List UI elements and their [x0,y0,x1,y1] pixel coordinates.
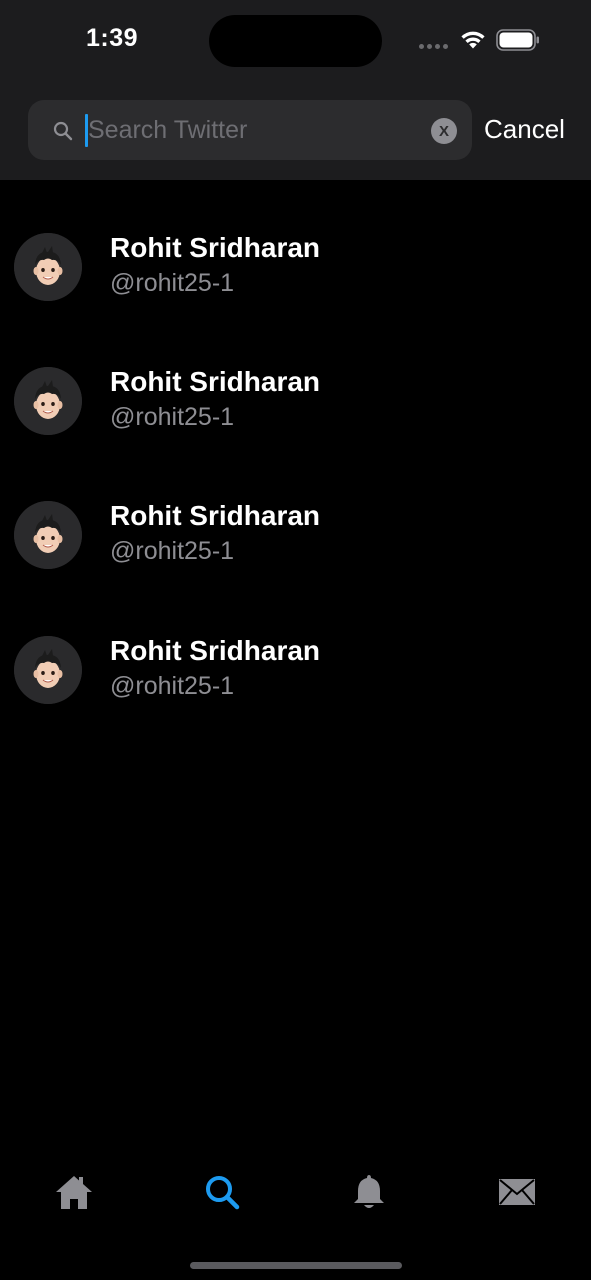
user-display-name: Rohit Sridharan [110,500,321,531]
search-icon [206,1176,240,1210]
status-bar: 1:39 [0,0,591,80]
user-result-row[interactable]: Rohit Sridharan @rohit25-1 [0,314,591,435]
user-display-name: Rohit Sridharan [110,366,321,397]
cancel-button[interactable]: Cancel [484,114,565,145]
tab-messages[interactable] [497,1172,537,1212]
memoji-avatar-image [14,233,82,301]
avatar [14,636,82,704]
user-handle: @rohit25-1 [110,269,235,297]
clear-search-button[interactable]: X [431,118,457,144]
battery-icon [496,29,539,51]
avatar [14,233,82,301]
wifi-icon [461,31,485,49]
user-handle: @rohit25-1 [110,672,235,700]
user-handle: @rohit25-1 [110,403,235,431]
memoji-avatar-image [14,636,82,704]
tab-notifications[interactable] [349,1172,389,1212]
search-input[interactable] [88,108,418,152]
home-icon [56,1176,92,1209]
tab-home[interactable] [54,1172,94,1212]
avatar [14,501,82,569]
memoji-avatar-image [14,501,82,569]
user-result-row[interactable]: Rohit Sridharan @rohit25-1 [0,448,591,569]
user-result-row[interactable]: Rohit Sridharan @rohit25-1 [0,180,591,301]
user-display-name: Rohit Sridharan [110,232,321,263]
tab-search[interactable] [202,1172,242,1212]
user-display-name: Rohit Sridharan [110,635,321,666]
search-screen: 1:39 X [0,0,591,1280]
clear-x-icon: X [439,123,449,140]
cellular-signal-icon [419,44,451,50]
tab-bar [0,1160,591,1230]
user-handle: @rohit25-1 [110,537,235,565]
mail-icon [499,1179,535,1205]
home-indicator[interactable] [190,1262,402,1269]
bell-icon [354,1175,384,1208]
dynamic-island [209,15,382,67]
status-time: 1:39 [86,24,139,52]
avatar [14,367,82,435]
header: 1:39 X [0,0,591,180]
user-result-row[interactable]: Rohit Sridharan @rohit25-1 [0,583,591,704]
svg-text:X: X [439,123,449,140]
memoji-avatar-image [14,367,82,435]
search-icon [53,121,73,141]
